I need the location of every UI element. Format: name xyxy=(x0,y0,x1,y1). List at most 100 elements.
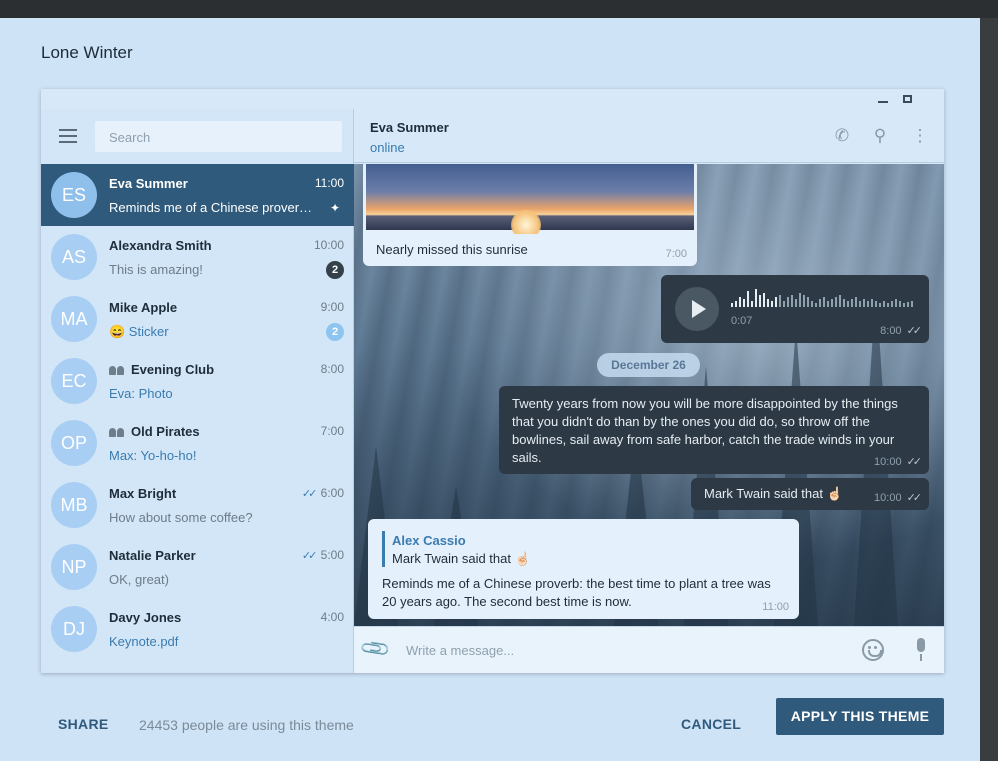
chat-item-davy-jones[interactable]: DJ Davy Jones 4:00 Keynote.pdf xyxy=(41,598,354,660)
voice-duration: 0:07 xyxy=(731,315,753,327)
waveform-bar xyxy=(795,299,797,307)
avatar: ES xyxy=(51,172,97,218)
chat-item-mike-apple[interactable]: MA Mike Apple 9:00 😄 Sticker 2 xyxy=(41,288,354,350)
message-time: 7:00 xyxy=(665,248,687,260)
chat-item-alexandra-smith[interactable]: AS Alexandra Smith 10:00 This is amazing… xyxy=(41,226,354,288)
menu-icon[interactable] xyxy=(59,129,77,143)
chat-time: 8:00 xyxy=(320,362,344,376)
chat-header: Eva Summer online ✆ ⚲ ⋮ xyxy=(354,109,944,163)
waveform-bar xyxy=(739,297,741,307)
chat-name: Eva Summer xyxy=(109,176,188,191)
photo-thumbnail[interactable] xyxy=(366,164,694,234)
voice-message[interactable]: 0:07 8:00 ✓✓ xyxy=(661,275,929,343)
chat-name: Natalie Parker xyxy=(109,548,196,563)
avatar: AS xyxy=(51,234,97,280)
read-check-icon: ✓✓ xyxy=(301,488,318,500)
waveform-bar xyxy=(791,295,793,307)
waveform-bar xyxy=(819,299,821,307)
avatar: MA xyxy=(51,296,97,342)
usage-count: 24453 people are using this theme xyxy=(139,717,354,733)
message-text: Twenty years from now you will be more d… xyxy=(512,396,898,465)
waveform-bar xyxy=(807,297,809,307)
chat-name: Davy Jones xyxy=(109,610,182,625)
chat-list-sidebar: Search ES Eva Summer 11:00 Reminds me of… xyxy=(41,109,354,673)
waveform-bar xyxy=(891,301,893,307)
waveform-bar xyxy=(835,297,837,307)
message-time: 11:00 xyxy=(762,601,789,613)
peer-name[interactable]: Eva Summer xyxy=(370,120,449,135)
reply-bar xyxy=(382,531,385,567)
chat-time: 7:00 xyxy=(320,424,344,438)
message-time: 10:00 ✓✓ xyxy=(874,456,922,468)
waveform-bar xyxy=(895,299,897,307)
chat-item-eva-summer[interactable]: ES Eva Summer 11:00 Reminds me of a Chin… xyxy=(41,164,354,226)
photo-message[interactable]: Nearly missed this sunrise 7:00 xyxy=(363,164,697,266)
waveform-bar xyxy=(907,302,909,307)
avatar: EC xyxy=(51,358,97,404)
avatar: OP xyxy=(51,420,97,466)
waveform-bar xyxy=(851,299,853,307)
share-button[interactable]: SHARE xyxy=(58,716,109,732)
read-check-icon: ✓✓ xyxy=(906,492,923,504)
phone-icon[interactable]: ✆ xyxy=(832,126,852,146)
waveform-bar xyxy=(815,303,817,307)
outgoing-message[interactable]: Mark Twain said that ☝🏻 10:00 ✓✓ xyxy=(691,478,929,510)
search-input[interactable]: Search xyxy=(95,121,342,152)
chat-name: Mike Apple xyxy=(109,300,178,315)
chat-item-natalie-parker[interactable]: NP Natalie Parker ✓✓ 5:00 OK, great) xyxy=(41,536,354,598)
chat-preview: Keynote.pdf xyxy=(109,634,179,649)
waveform-bar xyxy=(867,301,869,307)
more-vertical-icon[interactable]: ⋮ xyxy=(910,126,930,146)
microphone-icon[interactable] xyxy=(915,638,927,662)
chat-name: Max Bright xyxy=(109,486,177,501)
incoming-reply-message[interactable]: Alex Cassio Mark Twain said that ☝🏻 Remi… xyxy=(368,519,799,619)
reply-quoted-text: Mark Twain said that ☝🏻 xyxy=(392,551,531,566)
waveform-bar xyxy=(855,297,857,307)
waveform-bar xyxy=(871,299,873,307)
waveform-bar xyxy=(863,299,865,307)
chat-time: ✓✓ 5:00 xyxy=(301,548,344,562)
waveform-bar xyxy=(875,301,877,307)
message-text: Mark Twain said that ☝🏻 xyxy=(704,486,843,501)
chat-item-evening-club[interactable]: EC Evening Club 8:00 Eva: Photo xyxy=(41,350,354,412)
outgoing-message[interactable]: Twenty years from now you will be more d… xyxy=(499,386,929,474)
apply-theme-button[interactable]: APPLY THIS THEME xyxy=(776,698,944,735)
search-icon[interactable]: ⚲ xyxy=(870,126,890,146)
chat-item-old-pirates[interactable]: OP Old Pirates 7:00 Max: Yo-ho-ho! xyxy=(41,412,354,474)
waveform-bar xyxy=(859,301,861,307)
waveform-bar xyxy=(779,295,781,307)
chat-preview: 😄 Sticker xyxy=(109,324,169,339)
chat-preview: Max: Yo-ho-ho! xyxy=(109,448,197,463)
theme-preview-window: Search ES Eva Summer 11:00 Reminds me of… xyxy=(41,89,944,673)
cancel-button[interactable]: CANCEL xyxy=(681,716,741,732)
avatar: MB xyxy=(51,482,97,528)
chat-preview: This is amazing! xyxy=(109,262,203,277)
chat-name: Evening Club xyxy=(109,362,214,377)
chat-time: 9:00 xyxy=(320,300,344,314)
group-icon xyxy=(109,427,125,437)
chat-item-max-bright[interactable]: MB Max Bright ✓✓ 6:00 How about some cof… xyxy=(41,474,354,536)
chat-preview: How about some coffee? xyxy=(109,510,253,525)
attach-icon[interactable]: 📎 xyxy=(360,633,393,666)
date-separator: December 26 xyxy=(597,353,700,377)
voice-waveform[interactable] xyxy=(731,289,917,309)
chat-name: Old Pirates xyxy=(109,424,200,439)
waveform-bar xyxy=(799,293,801,307)
waveform-bar xyxy=(827,301,829,307)
waveform-bar xyxy=(747,291,749,307)
waveform-bar xyxy=(847,301,849,307)
waveform-bar xyxy=(911,301,913,307)
waveform-bar xyxy=(839,295,841,307)
minimize-icon[interactable] xyxy=(878,101,888,103)
play-button[interactable] xyxy=(675,287,719,331)
maximize-icon[interactable] xyxy=(903,95,912,103)
chat-preview: Eva: Photo xyxy=(109,386,173,401)
message-composer: 📎 Write a message... xyxy=(354,626,944,673)
emoji-icon[interactable] xyxy=(862,639,884,661)
pin-icon: ✦ xyxy=(330,201,341,215)
waveform-bar xyxy=(903,303,905,307)
message-input[interactable]: Write a message... xyxy=(406,643,514,658)
waveform-bar xyxy=(879,303,881,307)
waveform-bar xyxy=(843,299,845,307)
avatar: DJ xyxy=(51,606,97,652)
